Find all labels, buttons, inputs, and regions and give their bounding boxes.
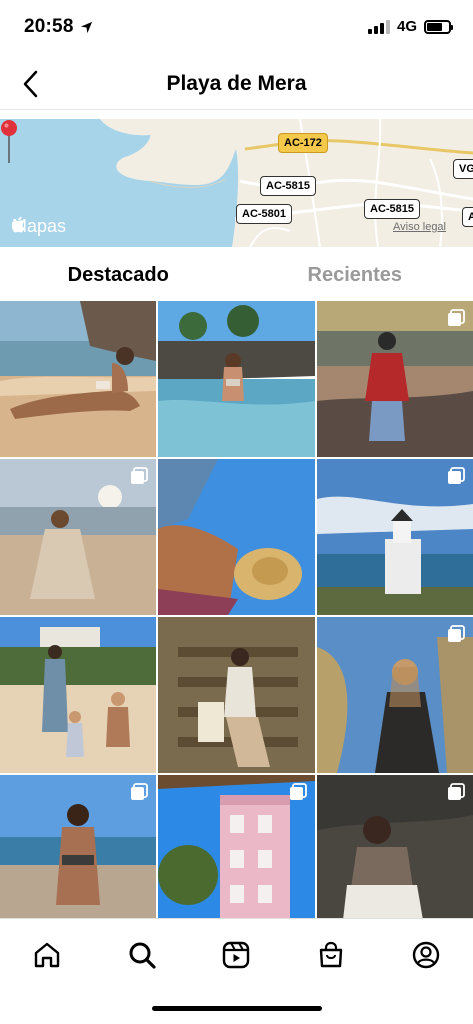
legal-link[interactable]: Aviso legal bbox=[393, 221, 446, 233]
photo-woman-on-wooden-stairs bbox=[158, 617, 315, 773]
post-thumbnail[interactable] bbox=[0, 301, 156, 457]
road-label: AC-172 bbox=[278, 133, 328, 153]
post-thumbnail[interactable] bbox=[317, 775, 473, 918]
photo-woman-with-sun-hat bbox=[158, 459, 315, 615]
post-thumbnail[interactable] bbox=[0, 775, 156, 918]
header: Playa de Mera bbox=[0, 58, 473, 110]
feed-tabs: Destacado Recientes bbox=[0, 252, 473, 300]
nav-home[interactable] bbox=[25, 933, 69, 977]
road-label: VG bbox=[453, 159, 473, 179]
post-thumbnail[interactable] bbox=[317, 459, 473, 615]
multiple-photos-icon bbox=[448, 783, 465, 800]
post-thumbnail[interactable] bbox=[317, 301, 473, 457]
network-type: 4G bbox=[396, 18, 417, 35]
status-bar: 20:58 4G bbox=[0, 0, 473, 58]
multiple-photos-icon bbox=[131, 783, 148, 800]
post-thumbnail[interactable] bbox=[0, 617, 156, 773]
battery-icon bbox=[424, 19, 453, 34]
status-indicators: 4G bbox=[367, 18, 453, 35]
post-thumbnail[interactable] bbox=[0, 459, 156, 615]
cellular-signal-icon bbox=[367, 19, 390, 34]
nav-shop[interactable] bbox=[309, 933, 353, 977]
nav-reels[interactable] bbox=[214, 933, 258, 977]
home-indicator[interactable] bbox=[152, 1006, 322, 1011]
shop-icon bbox=[319, 941, 343, 968]
multiple-photos-icon bbox=[448, 625, 465, 642]
road-label: AC-5801 bbox=[236, 204, 293, 224]
nav-profile[interactable] bbox=[404, 933, 448, 977]
post-thumbnail[interactable] bbox=[158, 301, 315, 457]
post-thumbnail[interactable] bbox=[158, 617, 315, 773]
photo-woman-in-rockpool bbox=[158, 301, 315, 457]
post-thumbnail[interactable] bbox=[158, 459, 315, 615]
search-icon bbox=[129, 942, 156, 969]
multiple-photos-icon bbox=[448, 309, 465, 326]
tab-recientes[interactable]: Recientes bbox=[237, 252, 473, 300]
photo-beach-woman-lying bbox=[0, 301, 156, 457]
location-pin-icon[interactable] bbox=[0, 119, 18, 163]
multiple-photos-icon bbox=[131, 467, 148, 484]
status-time: 20:58 bbox=[24, 16, 93, 38]
photo-grid bbox=[0, 301, 473, 918]
photo-family-on-beach bbox=[0, 617, 156, 773]
home-icon bbox=[35, 942, 60, 968]
multiple-photos-icon bbox=[290, 783, 307, 800]
road-label: AC-5815 bbox=[260, 176, 317, 196]
profile-icon bbox=[412, 941, 439, 969]
tab-destacado[interactable]: Destacado bbox=[0, 252, 237, 300]
apple-maps-logo: Mapas bbox=[12, 216, 66, 237]
nav-search[interactable] bbox=[120, 933, 164, 977]
page-title: Playa de Mera bbox=[166, 72, 307, 95]
location-arrow-icon bbox=[80, 21, 92, 33]
reels-icon bbox=[223, 941, 250, 969]
multiple-photos-icon bbox=[448, 467, 465, 484]
road-label: AC-5815 bbox=[364, 199, 421, 219]
time-text: 20:58 bbox=[24, 16, 74, 37]
apple-logo-icon bbox=[12, 216, 25, 233]
location-map[interactable]: AC-172 AC-5815 AC-5801 AC-5815 VG A Mapa… bbox=[0, 119, 473, 247]
road-label: A bbox=[462, 207, 473, 227]
post-thumbnail[interactable] bbox=[317, 617, 473, 773]
post-thumbnail[interactable] bbox=[158, 775, 315, 918]
